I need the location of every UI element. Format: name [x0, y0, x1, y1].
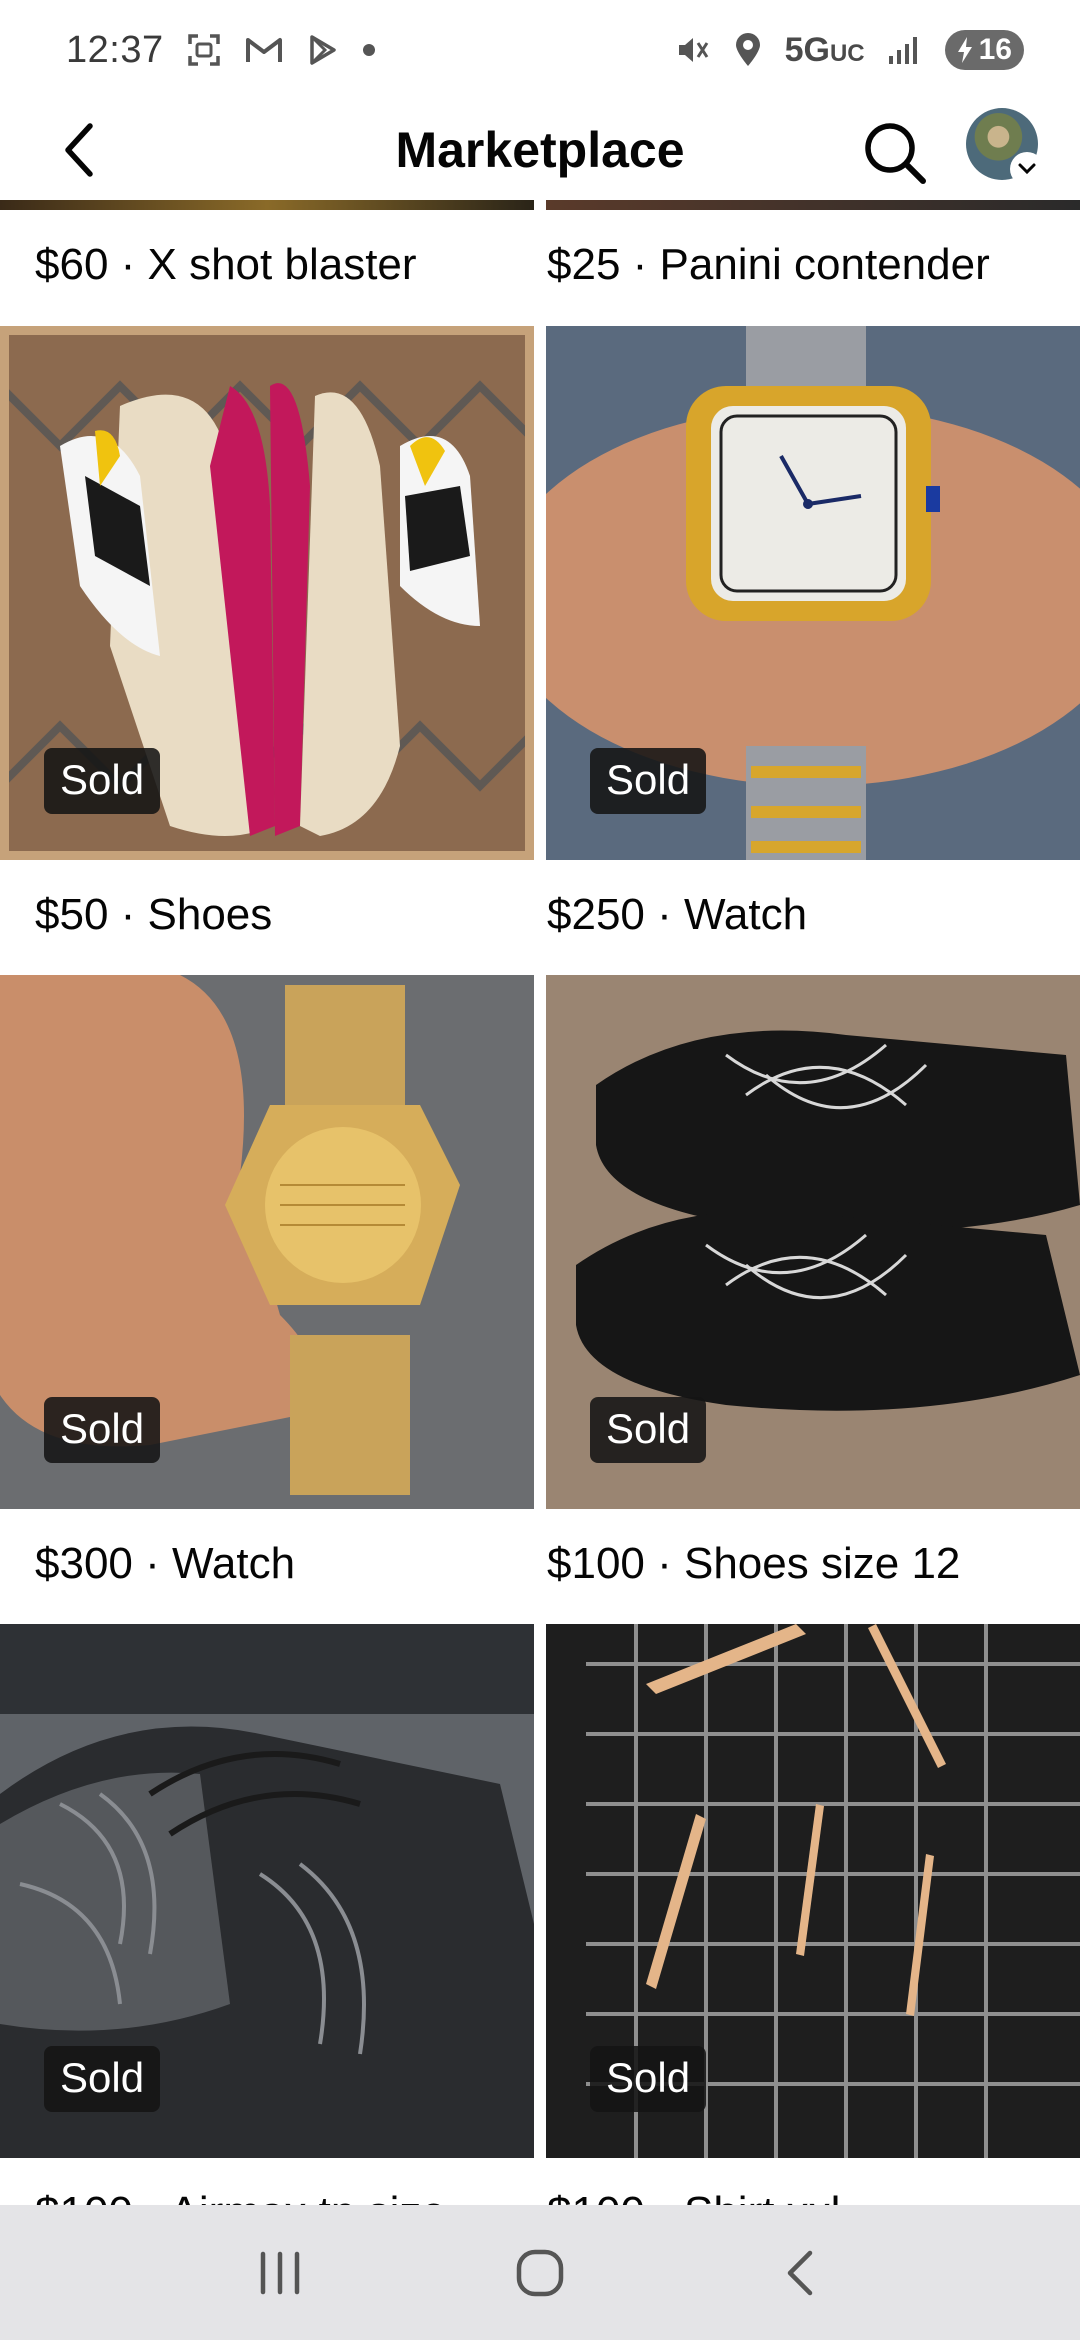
back-button[interactable] [50, 120, 110, 180]
screenshot-icon [186, 32, 222, 68]
recents-icon [260, 2251, 300, 2294]
battery-charging-icon: 16 [944, 30, 1024, 70]
network-indicator: 5G UC [785, 31, 865, 70]
sold-badge: Sold [590, 748, 707, 814]
listing-image-watch[interactable]: Sold [0, 975, 534, 1509]
listing-caption[interactable]: $25 · Panini contender [547, 225, 1067, 305]
sold-badge: Sold [44, 748, 161, 814]
system-back-button[interactable] [755, 2228, 845, 2318]
listing-image-shoes[interactable]: Sold [546, 975, 1080, 1509]
listing-caption[interactable]: $300 · Watch [35, 1524, 525, 1604]
listing-image-strip [546, 200, 1080, 210]
listing-caption[interactable]: $60 · X shot blaster [35, 225, 525, 305]
gmail-icon [244, 34, 284, 66]
listing-caption[interactable]: $250 · Watch [547, 875, 1067, 955]
sold-badge: Sold [590, 2046, 707, 2112]
network-type: 5G [784, 30, 830, 69]
listing-caption[interactable]: $50 · Shoes [35, 875, 525, 955]
chevron-down-icon [1012, 154, 1042, 184]
sold-badge: Sold [44, 1397, 161, 1463]
system-nav-bar [0, 2205, 1080, 2340]
listing-caption[interactable]: $100 · Shoes size 12 [547, 1524, 1067, 1604]
mute-icon [675, 32, 711, 68]
page-title: Marketplace [395, 122, 685, 178]
back-icon [787, 2250, 813, 2295]
play-store-icon [306, 33, 340, 67]
profile-avatar-button[interactable] [966, 108, 1042, 184]
search-button[interactable] [860, 118, 930, 188]
dot-icon [362, 43, 376, 57]
marketplace-screen: 12:37 5G UC 16 Marketplace $60 · X shot … [0, 0, 1080, 2340]
app-header: Marketplace [0, 100, 1080, 200]
sold-badge: Sold [44, 2046, 161, 2112]
chevron-left-icon [65, 123, 93, 177]
recents-button[interactable] [235, 2228, 325, 2318]
home-icon [516, 2249, 564, 2296]
listing-image-shirt[interactable]: Sold [546, 1624, 1080, 2158]
status-left: 12:37 [66, 29, 376, 72]
status-time: 12:37 [66, 28, 164, 71]
search-icon [865, 123, 926, 184]
status-right: 5G UC 16 [675, 30, 1024, 70]
sold-badge: Sold [590, 1397, 707, 1463]
listing-caption[interactable]: $100 · Shirt xxl [547, 2173, 1067, 2205]
signal-icon [887, 34, 923, 66]
network-suffix: UC [829, 39, 865, 67]
listing-image-shoes[interactable]: Sold [0, 1624, 534, 2158]
listing-caption[interactable]: $100 · Airmax tn size [35, 2173, 525, 2205]
location-icon [733, 32, 763, 68]
listing-feed[interactable]: $60 · X shot blaster $25 · Panini conten… [0, 200, 1080, 2205]
home-button[interactable] [495, 2228, 585, 2318]
listing-image-shoes[interactable]: Sold [0, 326, 534, 860]
status-bar: 12:37 5G UC 16 [0, 0, 1080, 100]
listing-image-watch[interactable]: Sold [546, 326, 1080, 860]
battery-level: 16 [978, 33, 1012, 66]
listing-image-strip [0, 200, 534, 210]
